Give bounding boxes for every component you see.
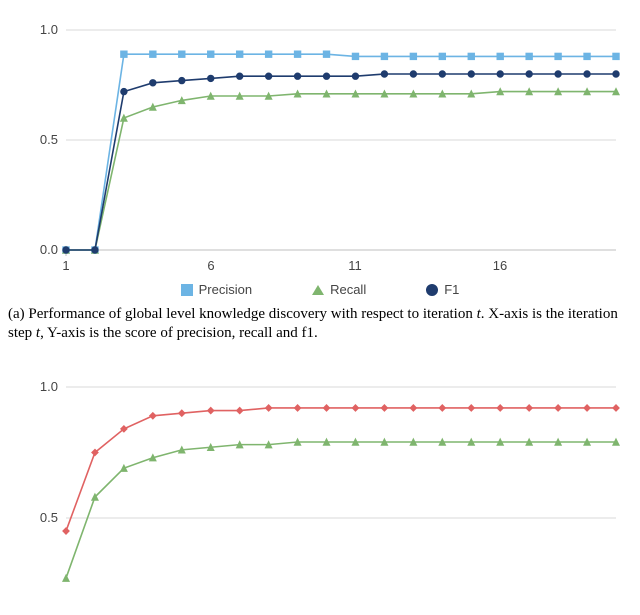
chart-bottom-series xyxy=(63,404,619,581)
caption-a-text3: , Y-axis is the score of precision, reca… xyxy=(40,325,318,341)
legend-item-recall: Recall xyxy=(312,282,366,297)
chart-top-series xyxy=(63,51,619,253)
chart-top-svg: 1.0 0.5 0.0 1 6 11 16 xyxy=(18,10,622,278)
chart-bottom: 1.0 0.5 xyxy=(18,367,622,597)
legend-label-f1: F1 xyxy=(444,282,459,297)
legend-item-f1: F1 xyxy=(426,282,459,297)
xtick-6: 6 xyxy=(207,258,214,273)
chart-bottom-svg: 1.0 0.5 xyxy=(18,367,622,597)
legend-label-recall: Recall xyxy=(330,282,366,297)
triangle-icon xyxy=(312,285,324,295)
caption-a-text1: (a) Performance of global level knowledg… xyxy=(8,306,477,322)
chart-top-panel: 1.0 0.5 0.0 1 6 11 16 Precision Recall F… xyxy=(0,10,640,357)
xtick-11: 11 xyxy=(348,258,362,273)
xtick-1: 1 xyxy=(62,258,69,273)
legend-item-precision: Precision xyxy=(181,282,252,297)
ytick-0.5: 0.5 xyxy=(40,132,58,147)
square-icon xyxy=(181,284,193,296)
ytick-b-1.0: 1.0 xyxy=(40,379,58,394)
caption-a: (a) Performance of global level knowledg… xyxy=(0,299,640,357)
ytick-0.0: 0.0 xyxy=(40,242,58,257)
chart-top: 1.0 0.5 0.0 1 6 11 16 xyxy=(18,10,622,278)
chart-top-legend: Precision Recall F1 xyxy=(0,278,640,299)
ytick-b-0.5: 0.5 xyxy=(40,510,58,525)
chart-bottom-panel: 1.0 0.5 xyxy=(0,357,640,597)
legend-label-precision: Precision xyxy=(199,282,252,297)
circle-icon xyxy=(426,284,438,296)
xtick-16: 16 xyxy=(493,258,507,273)
ytick-1.0: 1.0 xyxy=(40,22,58,37)
